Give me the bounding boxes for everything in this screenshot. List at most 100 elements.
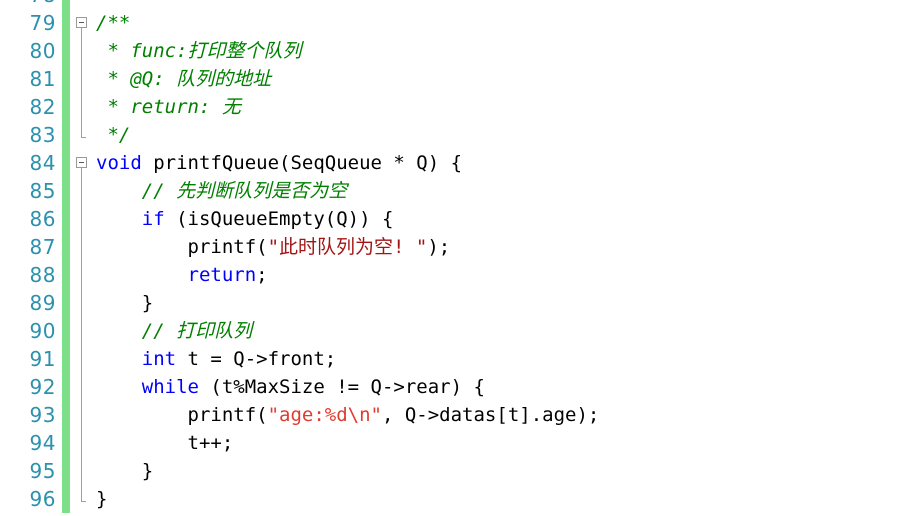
- fold-guide-line: [81, 37, 82, 65]
- code-line[interactable]: 82 * return: 无: [0, 93, 913, 121]
- line-content[interactable]: t++;: [96, 429, 234, 457]
- token-str: "age:%d\n": [267, 404, 382, 426]
- line-content[interactable]: */: [96, 121, 130, 149]
- fold-guide-line: [81, 65, 82, 93]
- fold-guide-line: [81, 457, 82, 485]
- line-number: 80: [29, 39, 56, 63]
- fold-column[interactable]: [74, 121, 96, 149]
- change-indicator-bar: [62, 93, 70, 121]
- code-line[interactable]: 85 // 先判断队列是否为空: [0, 177, 913, 205]
- line-content[interactable]: }: [96, 457, 153, 485]
- line-content[interactable]: /**: [96, 9, 130, 37]
- line-content[interactable]: while (t%MaxSize != Q->rear) {: [96, 373, 485, 401]
- token-kw: if: [141, 208, 165, 230]
- change-indicator-bar: [62, 0, 70, 9]
- fold-column[interactable]: [74, 205, 96, 233]
- fold-column[interactable]: [74, 401, 96, 429]
- line-number: 84: [29, 151, 56, 175]
- token-plain: printfQueue(SeqQueue * Q) {: [141, 152, 463, 174]
- fold-guide-line: [81, 28, 82, 37]
- line-number: 83: [29, 123, 56, 147]
- code-line[interactable]: 80 * func:打印整个队列: [0, 37, 913, 65]
- code-line[interactable]: 96}: [0, 485, 913, 513]
- fold-guide-line: [81, 168, 82, 177]
- change-indicator-bar: [62, 9, 70, 37]
- token-plain: printf(: [187, 404, 268, 426]
- line-content[interactable]: }: [96, 289, 153, 317]
- code-line[interactable]: 94 t++;: [0, 429, 913, 457]
- code-line[interactable]: 78: [0, 0, 913, 9]
- change-indicator-bar: [62, 317, 70, 345]
- token-kw: return: [187, 264, 257, 286]
- code-line[interactable]: 86 if (isQueueEmpty(Q)) {: [0, 205, 913, 233]
- line-number: 91: [29, 347, 56, 371]
- fold-column[interactable]: [74, 429, 96, 457]
- fold-column[interactable]: [74, 345, 96, 373]
- line-content[interactable]: int t = Q->front;: [96, 345, 336, 373]
- line-content[interactable]: * return: 无: [96, 93, 241, 121]
- line-content[interactable]: }: [96, 485, 107, 513]
- code-line[interactable]: 81 * @Q: 队列的地址: [0, 65, 913, 93]
- line-content[interactable]: return;: [96, 261, 268, 289]
- fold-guide-line: [81, 345, 82, 373]
- code-line[interactable]: 91 int t = Q->front;: [0, 345, 913, 373]
- line-number: 94: [29, 431, 56, 455]
- line-content[interactable]: * func:打印整个队列: [96, 37, 301, 65]
- token-cmt: * return: 无: [96, 96, 241, 118]
- fold-column[interactable]: [74, 457, 96, 485]
- line-content[interactable]: * @Q: 队列的地址: [96, 65, 271, 93]
- fold-column[interactable]: [74, 37, 96, 65]
- fold-column[interactable]: [74, 261, 96, 289]
- code-line[interactable]: 92 while (t%MaxSize != Q->rear) {: [0, 373, 913, 401]
- code-line[interactable]: 79 /**: [0, 9, 913, 37]
- fold-guide-line: [81, 233, 82, 261]
- line-content[interactable]: // 先判断队列是否为空: [96, 177, 347, 205]
- code-line[interactable]: 93 printf("age:%d\n", Q->datas[t].age);: [0, 401, 913, 429]
- line-number: 92: [29, 375, 56, 399]
- fold-column[interactable]: [74, 93, 96, 121]
- fold-guide-line: [81, 429, 82, 457]
- fold-column[interactable]: [74, 373, 96, 401]
- code-line[interactable]: 87 printf("此时队列为空! ");: [0, 233, 913, 261]
- fold-guide-line: [81, 205, 82, 233]
- token-plain: }: [141, 460, 154, 482]
- change-indicator-bar: [62, 261, 70, 289]
- fold-guide-line: [81, 261, 82, 289]
- token-plain: (t%MaxSize != Q->rear) {: [198, 376, 485, 398]
- fold-column[interactable]: [74, 9, 96, 37]
- line-content[interactable]: // 打印队列: [96, 317, 252, 345]
- fold-column[interactable]: [74, 485, 96, 513]
- fold-column[interactable]: [74, 149, 96, 177]
- code-line[interactable]: 90 // 打印队列: [0, 317, 913, 345]
- code-editor[interactable]: 7879/**80 * func:打印整个队列81 * @Q: 队列的地址82 …: [0, 0, 913, 516]
- line-number: 96: [29, 487, 56, 511]
- fold-column[interactable]: [74, 317, 96, 345]
- fold-guide-line: [81, 401, 82, 429]
- collapse-minus-icon[interactable]: [76, 157, 87, 168]
- line-content[interactable]: printf("age:%d\n", Q->datas[t].age);: [96, 401, 600, 429]
- code-line[interactable]: 88 return;: [0, 261, 913, 289]
- change-indicator-bar: [62, 233, 70, 261]
- token-plain: printf(: [187, 236, 268, 258]
- change-indicator-bar: [62, 401, 70, 429]
- code-line[interactable]: 84 void printfQueue(SeqQueue * Q) {: [0, 149, 913, 177]
- fold-guide-line: [81, 289, 82, 317]
- code-line[interactable]: 89 }: [0, 289, 913, 317]
- change-indicator-bar: [62, 121, 70, 149]
- code-line[interactable]: 95 }: [0, 457, 913, 485]
- fold-guide-line: [81, 177, 82, 205]
- line-content[interactable]: if (isQueueEmpty(Q)) {: [96, 205, 394, 233]
- code-line[interactable]: 83 */: [0, 121, 913, 149]
- fold-column[interactable]: [74, 177, 96, 205]
- line-content[interactable]: printf("此时队列为空! ");: [96, 233, 451, 261]
- fold-column[interactable]: [74, 233, 96, 261]
- token-cmt: // 先判断队列是否为空: [141, 180, 348, 202]
- line-content[interactable]: void printfQueue(SeqQueue * Q) {: [96, 149, 462, 177]
- line-number: 87: [29, 235, 56, 259]
- change-indicator-bar: [62, 429, 70, 457]
- fold-column[interactable]: [74, 289, 96, 317]
- line-number: 82: [29, 95, 56, 119]
- collapse-minus-icon[interactable]: [76, 17, 87, 28]
- fold-column[interactable]: [74, 65, 96, 93]
- fold-column[interactable]: [74, 0, 96, 9]
